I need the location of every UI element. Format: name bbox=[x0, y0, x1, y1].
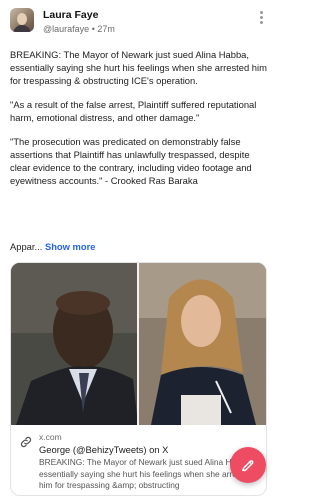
photo-divider bbox=[137, 263, 139, 425]
man-forehead bbox=[56, 291, 110, 315]
post-body: BREAKING: The Mayor of Newark just sued … bbox=[10, 48, 268, 198]
post-paragraph: "The prosecution was predicated on demon… bbox=[10, 136, 252, 186]
show-more-link[interactable]: Show more bbox=[45, 241, 96, 252]
truncated-text: Appar... bbox=[10, 241, 43, 252]
preview-photo bbox=[11, 263, 266, 425]
more-vertical-icon[interactable] bbox=[254, 11, 268, 27]
link-preview-info[interactable]: x.com George (@BehizyTweets) on X BREAKI… bbox=[11, 425, 266, 495]
woman-face bbox=[181, 295, 221, 347]
truncated-line: Appar... Show more bbox=[10, 240, 95, 253]
link-icon bbox=[20, 436, 32, 448]
avatar[interactable] bbox=[10, 8, 34, 32]
avatar-shoulders bbox=[13, 25, 31, 32]
post-paragraph: BREAKING: The Mayor of Newark just sued … bbox=[10, 49, 267, 86]
author-handle[interactable]: @laurafaye bbox=[43, 24, 89, 34]
post-paragraph: "As a result of the false arrest, Plaint… bbox=[10, 99, 257, 123]
link-description: BREAKING: The Mayor of Newark just sued … bbox=[39, 457, 253, 490]
link-title: George (@BehizyTweets) on X bbox=[39, 444, 169, 455]
edit-icon bbox=[241, 460, 254, 472]
post-time[interactable]: 27m bbox=[97, 24, 115, 34]
author-meta: @laurafaye • 27m bbox=[43, 24, 115, 34]
author-name[interactable]: Laura Faye bbox=[43, 9, 98, 21]
link-preview-card[interactable]: x.com George (@BehizyTweets) on X BREAKI… bbox=[10, 262, 267, 496]
papers bbox=[181, 395, 221, 425]
link-preview-image[interactable] bbox=[11, 263, 266, 425]
meta-separator: • bbox=[91, 24, 95, 34]
link-domain: x.com bbox=[39, 432, 62, 442]
compose-button[interactable] bbox=[230, 447, 266, 483]
post-header: Laura Faye @laurafaye • 27m bbox=[0, 0, 276, 40]
avatar-face bbox=[17, 13, 27, 25]
